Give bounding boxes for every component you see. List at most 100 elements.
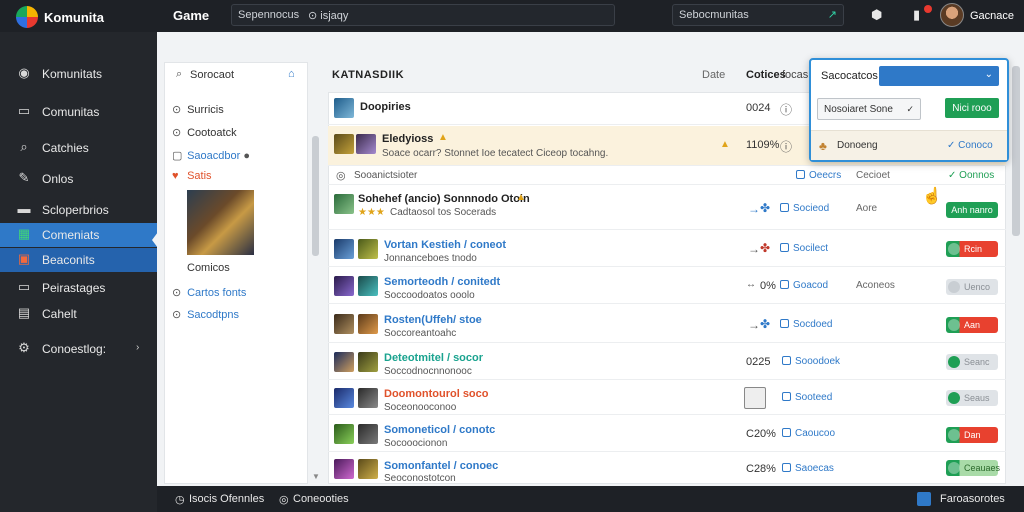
table-row[interactable]: Deteotmitel / socor Soccodnocnnonooc 022… (328, 344, 1006, 380)
action-pill[interactable]: Seaus (946, 390, 998, 406)
sidebar-item-komunitats[interactable]: ◉ Komunitats (0, 62, 157, 86)
filter-item-icon: ♥ (172, 170, 179, 182)
filter-item-satis[interactable]: ♥ Satis (172, 170, 212, 182)
row-description: Socooocionon (384, 438, 448, 449)
sidebar-item-onlos[interactable]: ✎ Onlos (0, 167, 157, 191)
community-search-box[interactable]: ↗ (672, 4, 844, 26)
info-icon[interactable]: ⓘ (780, 101, 792, 118)
sidebar-item-cahelt[interactable]: ▤ Cahelt (0, 302, 157, 326)
pill-icon (948, 243, 960, 255)
row-percent: 0% (760, 280, 776, 292)
table-row[interactable]: Somonfantel / conoec Seoconostotcon C28%… (328, 453, 1006, 484)
sidebar-item-comunitas[interactable]: ▭ Comunitas (0, 100, 157, 124)
filter-item-cartos-fonts[interactable]: ⊙ Cartos fonts (172, 286, 246, 299)
row-name: Semorteodh / conitedt (384, 276, 501, 288)
game-thumbnail (334, 194, 354, 214)
search-input[interactable] (238, 7, 308, 23)
settings-popup: Sacocatcos ⌄ Nosoiaret Sone ✓ Nici rooo … (809, 58, 1009, 162)
game-preview-image[interactable] (187, 190, 254, 255)
pointer-cursor-icon: ☝ (922, 188, 942, 205)
sidebar-item-conoestlog[interactable]: ⚙ Conoestlog: › (0, 337, 157, 361)
action-pill[interactable]: Aan (946, 317, 998, 333)
user-name[interactable]: Gacnace (970, 10, 1014, 22)
action-pill[interactable]: Rcin (946, 241, 998, 257)
home-icon[interactable]: ⌂ (288, 68, 295, 80)
bottom-link-right[interactable]: Faroasorotes (940, 493, 1005, 505)
row-link[interactable]: ✓ Oonnos (948, 170, 994, 181)
row-name: Somoneticol / conotc (384, 424, 496, 436)
game-thumbnail (334, 134, 354, 154)
table-row[interactable]: Doomontourol soco Soceonooconoo Sooteed (328, 381, 1006, 415)
add-button[interactable]: Anh nanro (946, 202, 998, 218)
filter-item-surricis[interactable]: ⊙ Surricis (172, 103, 224, 116)
notification-icon[interactable]: ▮ (913, 7, 920, 23)
sidebar-item-scloperbrios[interactable]: ▬ Scloperbrios (0, 198, 157, 222)
sidebar-item-label: Peirastages (42, 281, 106, 295)
filter-item-sacodtpns[interactable]: ⊙ Sacodtpns (172, 308, 239, 321)
table-row[interactable]: Vortan Kestieh / coneot Jonnanceboes tno… (328, 231, 1006, 267)
page-title: Game (173, 8, 210, 23)
scroll-down-icon[interactable]: ▼ (312, 472, 320, 481)
sidebar-item-peirastages[interactable]: ▭ Peirastages (0, 276, 157, 300)
game-thumbnail (334, 459, 354, 479)
action-pill[interactable]: Dan (946, 427, 998, 443)
row-extra: Cecioet (856, 170, 890, 181)
sidebar-item-beaconits[interactable]: ▣ Beaconits (0, 248, 157, 272)
clock-icon: ◷ (175, 494, 185, 506)
filter-item-label: Cootoatck (187, 127, 237, 139)
bottom-link-mid[interactable]: Coneooties (293, 493, 349, 505)
filter-search[interactable]: ⌕ ⌂ (172, 64, 302, 86)
social-icon[interactable] (917, 492, 931, 506)
filter-scrollbar[interactable] (312, 136, 319, 256)
avatar[interactable] (940, 3, 964, 27)
info-icon[interactable]: ⓘ (780, 138, 792, 155)
sidebar-item-catchies[interactable]: ⌕ Catchies (0, 136, 157, 160)
column-date[interactable]: Date (702, 69, 725, 81)
sidebar-item-comeniats[interactable]: ▦ Comeniats (0, 223, 157, 247)
row-status-label: Oeecrs (809, 170, 842, 181)
row-status-label: Caoucoo (795, 428, 836, 439)
row-percent: 1109% (746, 139, 780, 151)
table-row[interactable]: ◎ Sooanictsioter Oeecrs Cecioet (328, 167, 1006, 185)
bottom-link-left[interactable]: Isocis Ofennles (189, 493, 264, 505)
table-row[interactable]: Rosten(Uffeh/ stoe Soccoreantoahc → ✤ So… (328, 305, 1006, 343)
row-description: Soccoreantoahc (384, 328, 457, 339)
wand-icon[interactable]: ↗ (828, 8, 837, 21)
pill-label: Rcin (964, 244, 983, 254)
action-pill[interactable]: Uenco (946, 279, 998, 295)
column-cotices[interactable]: Cotices (746, 69, 786, 81)
popup-footer[interactable]: ♣ Donoeng ✓ Conoco (811, 130, 1007, 160)
top-search-box[interactable]: ⊙ isjaqy (231, 4, 615, 26)
search-filter[interactable]: ⊙ isjaqy (308, 9, 348, 22)
puzzle-icon: ✤ (760, 201, 771, 215)
table-row[interactable]: Somoneticol / conotc Socooocionon C20% C… (328, 416, 1006, 452)
row-status-label: Goacod (793, 280, 829, 291)
filter-item-cootoatck[interactable]: ⊙ Cootoatck (172, 126, 237, 139)
row-status: Sooteed (782, 392, 832, 403)
table-row[interactable]: Semorteodh / conitedt Soccoodoatos ooolo… (328, 268, 1006, 304)
app-name: Komunita (44, 10, 104, 25)
pill-icon (948, 462, 960, 474)
filter-item-label: Cartos fonts (187, 287, 247, 299)
table-row[interactable]: Sohehef (ancio) Sonnnodo Otoin ▲ ★★★ Cad… (328, 186, 1006, 230)
calendar-icon[interactable] (744, 387, 766, 409)
popup-dropdown[interactable]: Nosoiaret Sone ✓ (817, 98, 921, 120)
popup-confirm-button[interactable]: Nici rooo (945, 98, 999, 118)
flag-icon: ▣ (17, 251, 31, 266)
user-icon: ♣ (819, 139, 827, 153)
action-pill[interactable]: Seanc (946, 354, 998, 370)
row-status: Caoucoo (782, 428, 835, 439)
popup-footer-check[interactable]: ✓ Conoco (947, 140, 993, 151)
filter-item-saoacdbor[interactable]: ▢ Saoacdbor ● (172, 149, 250, 162)
popup-select[interactable]: ⌄ (879, 66, 999, 86)
main-scrollbar[interactable] (1012, 66, 1020, 236)
filter-search-input[interactable] (190, 67, 280, 83)
community-search-input[interactable] (679, 7, 809, 23)
pill-label: Seanc (964, 357, 990, 367)
column-focas[interactable]: focas (782, 69, 808, 81)
game-thumbnail (334, 276, 354, 296)
action-pill[interactable]: Ceauaes (946, 460, 1000, 476)
gamepad-icon[interactable]: ⬢ (871, 7, 882, 23)
search-icon: ⌕ (176, 68, 183, 80)
list-icon: ▭ (17, 103, 31, 118)
